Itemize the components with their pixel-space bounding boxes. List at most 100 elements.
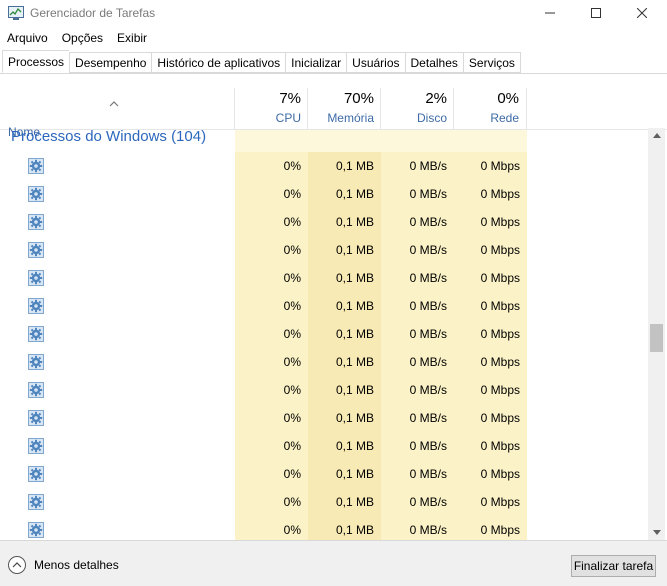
- gear-process-icon: [28, 270, 44, 286]
- tab-inicializar[interactable]: Inicializar: [285, 52, 347, 73]
- scroll-thumb[interactable]: [650, 324, 663, 352]
- cpu-cell: 0%: [283, 383, 301, 397]
- table-row[interactable]: 0% 0,1 MB 0 MB/s 0 Mbps: [0, 460, 648, 488]
- window-title: Gerenciador de Tarefas: [30, 6, 156, 20]
- group-title: Processos do Windows (104): [11, 128, 207, 145]
- network-cell: 0 Mbps: [480, 215, 520, 229]
- memory-cell: 0,1 MB: [335, 215, 374, 229]
- table-row[interactable]: 0% 0,1 MB 0 MB/s 0 Mbps: [0, 236, 648, 264]
- table-row[interactable]: 0% 0,1 MB 0 MB/s 0 Mbps: [0, 432, 648, 460]
- menu-exibir[interactable]: Exibir: [110, 28, 154, 48]
- cpu-cell: 0%: [283, 439, 301, 453]
- close-button[interactable]: [619, 0, 665, 26]
- maximize-button[interactable]: [573, 0, 619, 26]
- cpu-cell: 0%: [283, 187, 301, 201]
- tab-desempenho[interactable]: Desempenho: [69, 52, 152, 73]
- menu-bar: Arquivo Opções Exibir: [0, 28, 154, 48]
- gear-process-icon: [28, 214, 44, 230]
- network-cell: 0 Mbps: [480, 243, 520, 257]
- title-bar: Gerenciador de Tarefas: [0, 0, 667, 26]
- column-header-memory[interactable]: 70% Memória: [307, 88, 381, 130]
- memory-cell: 0,1 MB: [335, 299, 374, 313]
- gear-process-icon: [28, 466, 44, 482]
- table-row[interactable]: 0% 0,1 MB 0 MB/s 0 Mbps: [0, 264, 648, 292]
- cpu-cell: 0%: [283, 327, 301, 341]
- column-header: Nome 7% CPU 70% Memória 2% Disco 0% Rede: [0, 88, 667, 139]
- tab-usuarios[interactable]: Usuários: [346, 52, 405, 73]
- disk-cell: 0 MB/s: [409, 327, 447, 341]
- task-manager-icon: [8, 6, 24, 20]
- tab-processos[interactable]: Processos: [2, 50, 70, 73]
- disk-total-percent: 2%: [425, 90, 447, 107]
- table-row[interactable]: 0% 0,1 MB 0 MB/s 0 Mbps: [0, 152, 648, 180]
- column-header-disk[interactable]: 2% Disco: [380, 88, 454, 130]
- tab-servicos[interactable]: Serviços: [462, 52, 521, 73]
- minimize-button[interactable]: [527, 0, 573, 26]
- scroll-down-button[interactable]: [648, 525, 665, 540]
- memory-cell: 0,1 MB: [335, 383, 374, 397]
- memory-cell: 0,1 MB: [335, 243, 374, 257]
- gear-process-icon: [28, 298, 44, 314]
- disk-cell: 0 MB/s: [409, 383, 447, 397]
- less-details-toggle[interactable]: Menos detalhes: [8, 554, 119, 576]
- table-row[interactable]: 0% 0,1 MB 0 MB/s 0 Mbps: [0, 376, 648, 404]
- scroll-down-arrow-icon: [652, 530, 661, 535]
- menu-opcoes[interactable]: Opções: [55, 28, 110, 48]
- gear-process-icon: [28, 382, 44, 398]
- network-cell: 0 Mbps: [480, 383, 520, 397]
- process-list: Nome 7% CPU 70% Memória 2% Disco 0% Rede…: [0, 74, 667, 540]
- cpu-cell: 0%: [283, 159, 301, 173]
- maximize-icon: [591, 8, 601, 18]
- network-label: Rede: [490, 111, 519, 125]
- gear-process-icon: [28, 494, 44, 510]
- footer-bar: Menos detalhes Finalizar tarefa: [0, 540, 667, 586]
- menu-arquivo[interactable]: Arquivo: [0, 28, 55, 48]
- scroll-up-button[interactable]: [648, 128, 665, 143]
- column-header-network[interactable]: 0% Rede: [453, 88, 527, 130]
- disk-label: Disco: [416, 111, 447, 125]
- network-cell: 0 Mbps: [480, 523, 520, 537]
- sort-ascending-icon[interactable]: [108, 100, 120, 108]
- cpu-total-percent: 7%: [279, 90, 301, 107]
- disk-cell: 0 MB/s: [409, 467, 447, 481]
- memory-cell: 0,1 MB: [335, 271, 374, 285]
- minimize-icon: [545, 12, 555, 14]
- cpu-cell: 0%: [283, 411, 301, 425]
- disk-cell: 0 MB/s: [409, 299, 447, 313]
- table-row[interactable]: 0% 0,1 MB 0 MB/s 0 Mbps: [0, 320, 648, 348]
- tab-detalhes[interactable]: Detalhes: [404, 52, 463, 73]
- table-row[interactable]: 0% 0,1 MB 0 MB/s 0 Mbps: [0, 404, 648, 432]
- table-row[interactable]: 0% 0,1 MB 0 MB/s 0 Mbps: [0, 292, 648, 320]
- memory-label: Memória: [327, 111, 374, 125]
- scroll-up-arrow-icon: [652, 133, 661, 138]
- vertical-scrollbar[interactable]: [648, 128, 665, 540]
- disk-cell: 0 MB/s: [409, 271, 447, 285]
- memory-total-percent: 70%: [343, 90, 374, 107]
- cpu-cell: 0%: [283, 523, 301, 537]
- table-row[interactable]: 0% 0,1 MB 0 MB/s 0 Mbps: [0, 488, 648, 516]
- network-cell: 0 Mbps: [480, 355, 520, 369]
- table-row[interactable]: 0% 0,1 MB 0 MB/s 0 Mbps: [0, 516, 648, 540]
- cpu-cell: 0%: [283, 271, 301, 285]
- cpu-label: CPU: [275, 111, 301, 125]
- tab-bar: Processos Desempenho Histórico de aplica…: [0, 50, 667, 74]
- gear-process-icon: [28, 354, 44, 370]
- table-row[interactable]: 0% 0,1 MB 0 MB/s 0 Mbps: [0, 348, 648, 376]
- table-row[interactable]: 0% 0,1 MB 0 MB/s 0 Mbps: [0, 180, 648, 208]
- chevron-up-circle-icon: [8, 556, 26, 574]
- memory-cell: 0,1 MB: [335, 523, 374, 537]
- memory-cell: 0,1 MB: [335, 439, 374, 453]
- gear-process-icon: [28, 242, 44, 258]
- memory-cell: 0,1 MB: [335, 411, 374, 425]
- memory-cell: 0,1 MB: [335, 159, 374, 173]
- table-row[interactable]: 0% 0,1 MB 0 MB/s 0 Mbps: [0, 208, 648, 236]
- memory-cell: 0,1 MB: [335, 495, 374, 509]
- group-header-windows-processes[interactable]: Processos do Windows (104): [0, 128, 648, 152]
- end-task-button[interactable]: Finalizar tarefa: [571, 555, 656, 577]
- cpu-cell: 0%: [283, 495, 301, 509]
- column-header-cpu[interactable]: 7% CPU: [234, 88, 308, 130]
- tab-historico-aplicativos[interactable]: Histórico de aplicativos: [151, 52, 286, 73]
- network-cell: 0 Mbps: [480, 495, 520, 509]
- memory-cell: 0,1 MB: [335, 187, 374, 201]
- memory-cell: 0,1 MB: [335, 327, 374, 341]
